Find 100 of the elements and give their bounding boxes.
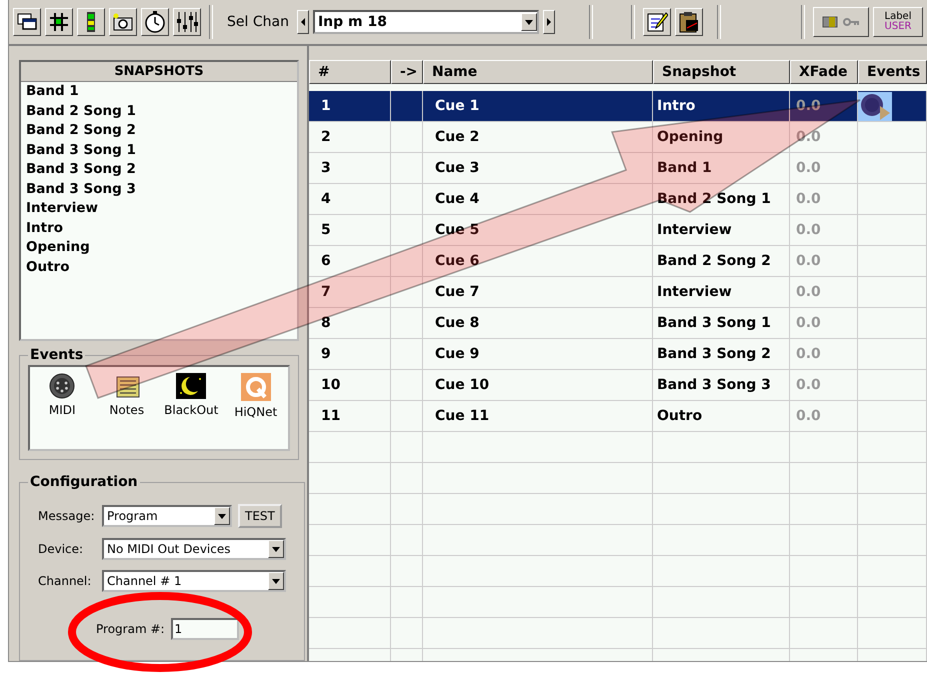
message-label: Message: <box>38 509 96 523</box>
caret-icon <box>272 578 280 584</box>
snapshot-item[interactable]: Opening <box>21 238 297 258</box>
event-label: HiQNet <box>234 405 278 419</box>
empty-cell <box>391 401 423 432</box>
empty-cell <box>790 525 858 556</box>
column-header[interactable]: Snapshot <box>653 60 790 84</box>
table-cell: Band 3 Song 2 <box>653 339 790 370</box>
dropdown-button[interactable] <box>268 572 284 590</box>
next-button[interactable] <box>542 10 555 34</box>
table-cell: Cue 11 <box>423 401 653 432</box>
empty-cell <box>391 277 423 308</box>
message-dropdown[interactable]: Program <box>102 505 232 527</box>
column-header[interactable]: Name <box>423 60 653 84</box>
event-label: BlackOut <box>164 403 218 417</box>
table-cell: 0.0 <box>790 246 858 277</box>
moon-icon[interactable] <box>176 373 206 399</box>
snapshot-item[interactable]: Band 3 Song 1 <box>21 140 297 160</box>
plug-key-icon[interactable] <box>813 7 869 37</box>
meter-icon[interactable] <box>77 8 105 36</box>
snapshot-item[interactable]: Band 3 Song 2 <box>21 160 297 180</box>
empty-cell <box>391 339 423 370</box>
channel-label: Channel: <box>38 574 92 588</box>
empty-cell <box>391 556 423 587</box>
empty-cell <box>858 432 927 463</box>
table-cell: 0.0 <box>790 215 858 246</box>
program-label: Program #: <box>96 622 165 636</box>
column-header[interactable]: Events <box>858 60 927 84</box>
column-header[interactable]: # <box>309 60 391 84</box>
table-cell: Interview <box>653 277 790 308</box>
table-cell: 0.0 <box>790 401 858 432</box>
channel-dropdown[interactable]: Channel # 1 <box>102 570 286 592</box>
table-cell: Cue 3 <box>423 153 653 184</box>
table-cell: Interview <box>653 215 790 246</box>
window-icon[interactable] <box>13 8 41 36</box>
column-header[interactable]: -> <box>391 60 423 84</box>
table-cell: Outro <box>653 401 790 432</box>
table-cell: 4 <box>309 184 391 215</box>
grid-icon[interactable] <box>45 8 73 36</box>
device-dropdown[interactable]: No MIDI Out Devices <box>102 538 286 560</box>
dropdown-button[interactable] <box>520 13 537 31</box>
empty-cell <box>391 432 423 463</box>
empty-cell <box>391 494 423 525</box>
table-cell: Cue 1 <box>423 91 653 122</box>
clipboard-icon[interactable] <box>674 8 703 36</box>
midi-connector-icon[interactable] <box>49 373 76 399</box>
empty-cell <box>790 432 858 463</box>
notepad-pencil-icon[interactable] <box>642 8 671 36</box>
camera-icon[interactable] <box>109 8 137 36</box>
empty-cell <box>391 215 423 246</box>
event-label: Notes <box>109 403 144 417</box>
empty-cell <box>858 556 927 587</box>
empty-cell <box>790 463 858 494</box>
empty-cell <box>790 618 858 649</box>
table-cell: 1 <box>309 91 391 122</box>
empty-cell <box>790 556 858 587</box>
program-input[interactable]: 1 <box>170 618 239 640</box>
table-cell: 10 <box>309 370 391 401</box>
empty-cell <box>790 494 858 525</box>
table-cell: Cue 5 <box>423 215 653 246</box>
dropdown-button[interactable] <box>214 507 230 525</box>
test-button[interactable]: TEST <box>238 504 282 528</box>
caret-icon <box>218 514 226 518</box>
empty-cell <box>391 618 423 649</box>
table-cell: 8 <box>309 308 391 339</box>
table-cell: 6 <box>309 246 391 277</box>
channel-label: Sel Chan <box>227 14 289 30</box>
table-cell: 2 <box>309 122 391 153</box>
right-arrow-icon <box>546 18 551 26</box>
snapshot-item[interactable]: Band 2 Song 2 <box>21 121 297 140</box>
table-cell: 0.0 <box>790 308 858 339</box>
stopwatch-icon[interactable] <box>141 8 169 36</box>
snapshot-item[interactable]: Band 2 Song 1 <box>21 102 297 121</box>
snapshot-item[interactable]: Band 3 Song 3 <box>21 180 297 199</box>
midi-event-icon[interactable] <box>858 92 892 120</box>
previous-button[interactable] <box>296 10 309 34</box>
event-label: MIDI <box>48 403 76 417</box>
table-cell: Band 2 Song 2 <box>653 246 790 277</box>
table-cell: 3 <box>309 153 391 184</box>
snapshot-item[interactable]: Intro <box>21 218 297 238</box>
table-cell: Cue 4 <box>423 184 653 215</box>
empty-cell <box>391 308 423 339</box>
snapshot-item[interactable]: Outro <box>21 258 297 277</box>
channel-dropdown[interactable]: Inp m 18 <box>312 10 539 34</box>
column-header[interactable]: XFade <box>790 60 858 84</box>
table-cell: 9 <box>309 339 391 370</box>
empty-cell <box>391 153 423 184</box>
table-cell: 0.0 <box>790 370 858 401</box>
empty-cell <box>391 587 423 618</box>
snapshot-item[interactable]: Interview <box>21 199 297 218</box>
faders-icon[interactable] <box>173 8 201 36</box>
table-cell: Band 1 <box>653 153 790 184</box>
table-cell: 0.0 <box>790 339 858 370</box>
caret-icon <box>272 546 280 552</box>
snapshot-item[interactable]: Band 1 <box>21 82 297 102</box>
empty-cell <box>391 463 423 494</box>
dropdown-button[interactable] <box>268 540 284 558</box>
table-cell: Cue 7 <box>423 277 653 308</box>
table-cell: Band 2 Song 1 <box>653 184 790 215</box>
label-user-button[interactable]: Label USER <box>873 7 923 37</box>
